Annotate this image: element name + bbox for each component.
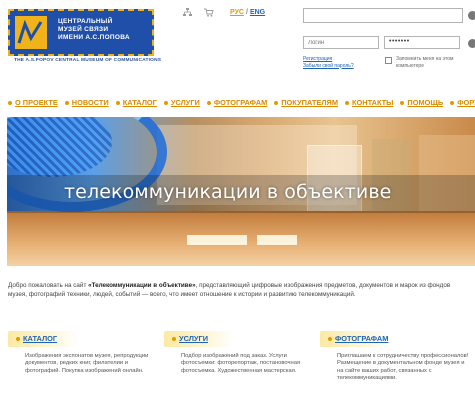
logo-text: ЦЕНТРАЛЬНЫЙ МУЗЕЙ СВЯЗИ ИМЕНИ А.С.ПОПОВА [58, 18, 153, 42]
card-services: УСЛУГИ Подбор изображений под заказ. Усл… [164, 331, 314, 375]
card-header: ФОТОГРАФАМ [320, 331, 470, 347]
nav-label: ПОМОЩЬ [407, 98, 444, 107]
card-text: Изображения экспонатов музея, репродукци… [25, 353, 149, 374]
login-field[interactable] [303, 36, 379, 49]
nav-item-services[interactable]: УСЛУГИ [163, 98, 200, 107]
banner-title: телекоммуникации в объективе [64, 181, 392, 203]
logo-line-1: ЦЕНТРАЛЬНЫЙ [58, 18, 113, 25]
header-icons [183, 8, 214, 19]
bullet-icon [206, 100, 211, 105]
nav-item-photographers[interactable]: ФОТОГРАФАМ [206, 98, 268, 107]
museum-logo[interactable]: ЦЕНТРАЛЬНЫЙ МУЗЕЙ СВЯЗИ ИМЕНИ А.С.ПОПОВА [8, 9, 154, 56]
logo-subtitle: THE A.S.POPOV CENTRAL MUSEUM OF COMMUNIC… [14, 58, 162, 63]
logo-line-2: МУЗЕЙ СВЯЗИ [58, 26, 109, 33]
card-title: УСЛУГИ [179, 334, 209, 343]
remember-label: Запомнить меня на этом компьютере [396, 56, 454, 69]
banner-floor-light [257, 235, 297, 245]
logo-line-3: ИМЕНИ А.С.ПОПОВА [58, 34, 130, 41]
bullet-icon [16, 336, 20, 341]
remember-me: Запомнить меня на этом компьютере [385, 56, 461, 69]
bullet-icon [400, 100, 405, 105]
sitemap-icon[interactable] [183, 8, 192, 19]
banner-floor-light [187, 235, 247, 245]
lang-separator: / [246, 9, 248, 16]
nav-item-catalog[interactable]: КАТАЛОГ [115, 98, 157, 107]
remember-checkbox[interactable] [385, 57, 392, 64]
lang-en-link[interactable]: ENG [250, 9, 265, 16]
card-title-link[interactable]: КАТАЛОГ [16, 334, 57, 343]
nav-label: ФОРУМ [457, 98, 475, 107]
bullet-icon [64, 100, 69, 105]
bullet-icon [328, 336, 332, 341]
nav-item-help[interactable]: ПОМОЩЬ [400, 98, 443, 107]
nav-label: КАТАЛОГ [122, 98, 157, 107]
search-input[interactable] [303, 8, 463, 23]
card-title-link[interactable]: УСЛУГИ [172, 334, 208, 343]
password-field[interactable]: ••••••• [384, 36, 460, 49]
nav-label: ФОТОГРАФАМ [213, 98, 268, 107]
card-text: Подбор изображений под заказ. Услуги фот… [181, 353, 301, 374]
bullet-icon [172, 336, 176, 341]
card-catalog: КАТАЛОГ Изображения экспонатов музея, ре… [8, 331, 158, 375]
card-title: ФОТОГРАФАМ [335, 334, 389, 343]
bullet-icon [450, 100, 455, 105]
card-title-link[interactable]: ФОТОГРАФАМ [328, 334, 388, 343]
card-text: Приглашаем к сотрудничеству профессионал… [337, 353, 469, 382]
hero-banner: телекоммуникации в объективе [7, 117, 475, 266]
bullet-icon [115, 100, 120, 105]
login-button[interactable] [468, 39, 475, 48]
bullet-icon [163, 100, 168, 105]
nav-label: УСЛУГИ [170, 98, 200, 107]
nav-item-contacts[interactable]: КОНТАКТЫ [344, 98, 394, 107]
nav-label: ПОКУПАТЕЛЯМ [281, 98, 338, 107]
cart-icon[interactable] [204, 8, 214, 19]
nav-label: О ПРОЕКТЕ [15, 98, 58, 107]
nav-item-news[interactable]: НОВОСТИ [64, 98, 109, 107]
nav-item-buyers[interactable]: ПОКУПАТЕЛЯМ [274, 98, 338, 107]
nav-item-about[interactable]: О ПРОЕКТЕ [8, 98, 58, 107]
forgot-password-link[interactable]: Забыли свой пароль? [303, 63, 354, 70]
logo-emblem-icon [15, 16, 47, 49]
intro-site-name: «Телекоммуникации в объективе» [88, 282, 196, 289]
dish-mesh [7, 117, 112, 177]
intro-text: Добро пожаловать на сайт «Телекоммуникац… [8, 282, 470, 299]
nav-label: НОВОСТИ [71, 98, 109, 107]
bullet-icon [8, 100, 12, 105]
nav-item-forum[interactable]: ФОРУМ [450, 98, 475, 107]
search-button[interactable] [468, 11, 475, 20]
lang-ru-link[interactable]: РУС [230, 9, 244, 16]
main-nav: О ПРОЕКТЕ НОВОСТИ КАТАЛОГ УСЛУГИ ФОТОГРА… [8, 98, 475, 107]
nav-label: КОНТАКТЫ [351, 98, 394, 107]
card-title: КАТАЛОГ [23, 334, 58, 343]
auth-links: Регистрация Забыли свой пароль? [303, 56, 354, 69]
intro-prefix: Добро пожаловать на сайт [8, 282, 89, 289]
language-switch: РУС / ENG [230, 9, 265, 16]
bullet-icon [274, 100, 279, 105]
card-header: КАТАЛОГ [8, 331, 158, 347]
bullet-icon [344, 100, 349, 105]
card-photographers: ФОТОГРАФАМ Приглашаем к сотрудничеству п… [320, 331, 470, 383]
card-header: УСЛУГИ [164, 331, 314, 347]
